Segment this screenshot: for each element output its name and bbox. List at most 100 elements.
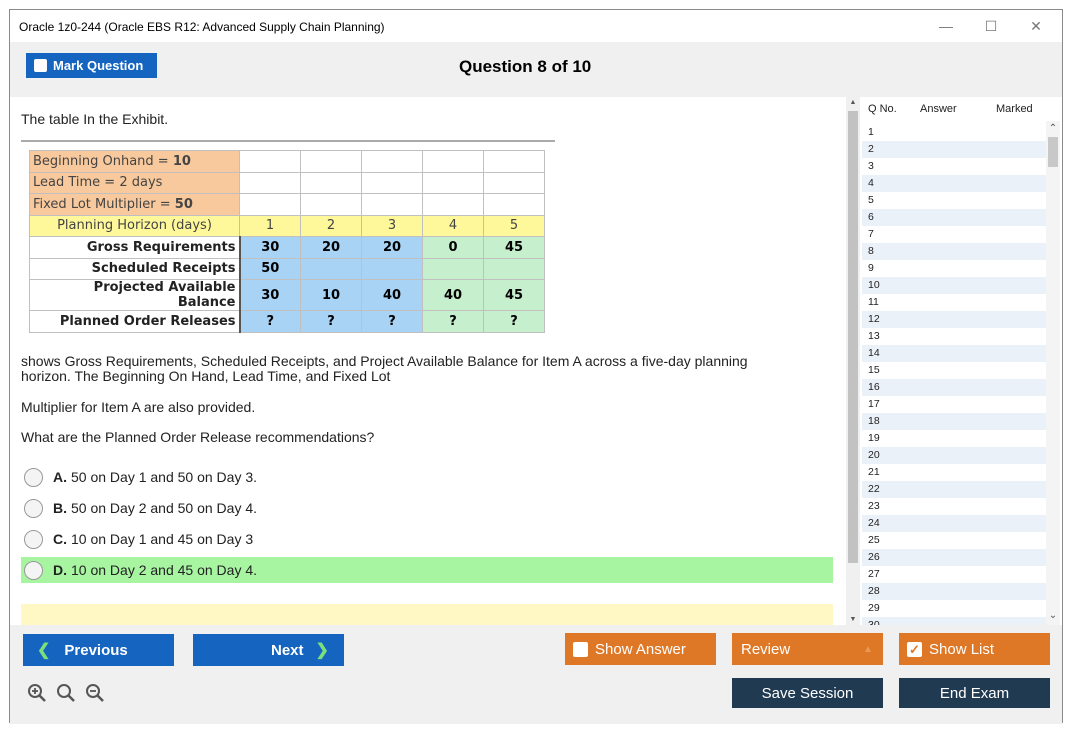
question-text-line3: Multiplier for Item A are also provided. <box>21 399 256 415</box>
checkbox-icon <box>34 59 47 72</box>
question-list-item[interactable]: 19 <box>862 430 1046 447</box>
content-scrollbar[interactable]: ▲ ▼ <box>846 97 860 625</box>
question-counter: Question 8 of 10 <box>459 57 592 76</box>
param-leadtime: Lead Time = 2 days <box>29 171 240 194</box>
question-list-item[interactable]: 10 <box>862 277 1046 294</box>
save-session-button[interactable]: Save Session <box>732 678 883 708</box>
horizon-label: Planning Horizon (days) <box>29 214 240 237</box>
table-cell <box>361 257 423 280</box>
question-content: The table In the Exhibit. Beginning Onha… <box>10 97 846 625</box>
show-answer-button[interactable]: Show Answer <box>565 633 716 665</box>
question-list-item[interactable]: 29 <box>862 600 1046 617</box>
scroll-thumb[interactable] <box>1048 137 1058 167</box>
table-cell: ? <box>422 310 484 333</box>
question-list-item[interactable]: 5 <box>862 192 1046 209</box>
question-text-line1: shows Gross Requirements, Scheduled Rece… <box>21 353 748 369</box>
table-cell: 20 <box>361 236 423 259</box>
option-c[interactable]: C. 10 on Day 1 and 45 on Day 3 <box>21 526 833 552</box>
table-cell: 40 <box>361 279 423 311</box>
question-list-item[interactable]: 6 <box>862 209 1046 226</box>
show-list-button[interactable]: ✓ Show List <box>899 633 1050 665</box>
mark-question-button[interactable]: Mark Question <box>26 53 157 78</box>
zoom-reset-icon[interactable] <box>56 683 76 709</box>
option-a[interactable]: A. 50 on Day 1 and 50 on Day 3. <box>21 464 833 490</box>
chevron-down-icon[interactable]: ⌄ <box>1046 610 1060 621</box>
table-cell <box>483 257 545 280</box>
window-title: Oracle 1z0-244 (Oracle EBS R12: Advanced… <box>19 20 385 34</box>
next-button[interactable]: Next ❯ <box>193 634 344 666</box>
maximize-icon[interactable]: ☐ <box>971 14 1011 38</box>
chevron-up-icon[interactable]: ⌃ <box>1046 123 1060 134</box>
table-cell <box>300 257 362 280</box>
question-list-item[interactable]: 24 <box>862 515 1046 532</box>
scroll-down-icon[interactable]: ▼ <box>846 616 860 623</box>
question-list-item[interactable]: 9 <box>862 260 1046 277</box>
question-list-item[interactable]: 25 <box>862 532 1046 549</box>
review-button[interactable]: Review ▲ <box>732 633 883 665</box>
question-list-item[interactable]: 13 <box>862 328 1046 345</box>
question-list-item[interactable]: 23 <box>862 498 1046 515</box>
radio-button[interactable] <box>24 467 43 487</box>
question-list-item[interactable]: 21 <box>862 464 1046 481</box>
question-list-item[interactable]: 12 <box>862 311 1046 328</box>
dropdown-icon: ▲ <box>863 643 873 655</box>
close-icon[interactable]: ✕ <box>1016 14 1056 38</box>
option-d[interactable]: D. 10 on Day 2 and 45 on Day 4. <box>21 557 833 583</box>
table-cell <box>422 257 484 280</box>
table-cell: 45 <box>483 236 545 259</box>
question-list-item[interactable]: 11 <box>862 294 1046 311</box>
question-list-item[interactable]: 27 <box>862 566 1046 583</box>
question-list-item[interactable]: 15 <box>862 362 1046 379</box>
question-prompt: What are the Planned Order Release recom… <box>21 429 375 445</box>
zoom-in-icon[interactable] <box>27 683 47 709</box>
question-list-item[interactable]: 26 <box>862 549 1046 566</box>
app-window: Oracle 1z0-244 (Oracle EBS R12: Advanced… <box>9 9 1063 724</box>
zoom-out-icon[interactable] <box>85 683 105 709</box>
previous-button[interactable]: ❮ Previous <box>23 634 174 666</box>
chevron-right-icon: ❯ <box>315 642 329 659</box>
question-text-line2: horizon. The Beginning On Hand, Lead Tim… <box>21 368 391 384</box>
table-cell: 10 <box>300 279 362 311</box>
table-cell: 30 <box>239 236 301 259</box>
minimize-icon[interactable]: — <box>926 14 966 38</box>
question-list-item[interactable]: 2 <box>862 141 1046 158</box>
question-list-item[interactable]: 16 <box>862 379 1046 396</box>
question-list-item[interactable]: 17 <box>862 396 1046 413</box>
option-b[interactable]: B. 50 on Day 2 and 50 on Day 4. <box>21 495 833 521</box>
end-exam-button[interactable]: End Exam <box>899 678 1050 708</box>
radio-button[interactable] <box>24 498 43 518</box>
row-label: Planned Order Releases <box>29 310 241 333</box>
table-cell: 0 <box>422 236 484 259</box>
answer-header: Answer <box>920 103 957 115</box>
question-list-item[interactable]: 14 <box>862 345 1046 362</box>
day-header: 1 <box>239 214 301 237</box>
question-intro: The table In the Exhibit. <box>21 111 169 127</box>
exhibit-divider <box>21 140 555 142</box>
radio-button[interactable] <box>24 560 43 580</box>
question-list-item[interactable]: 8 <box>862 243 1046 260</box>
marked-header: Marked <box>996 103 1033 115</box>
scroll-up-icon[interactable]: ▲ <box>846 99 860 106</box>
question-list-scrollbar[interactable]: ⌃ ⌄ <box>1046 121 1060 625</box>
question-list-item[interactable]: 20 <box>862 447 1046 464</box>
question-list-item[interactable]: 18 <box>862 413 1046 430</box>
title-bar: Oracle 1z0-244 (Oracle EBS R12: Advanced… <box>10 10 1062 42</box>
exhibit-image: Beginning Onhand = 10 Lead Time = 2 days… <box>21 140 555 335</box>
day-header: 4 <box>422 214 484 237</box>
question-list-item[interactable]: 7 <box>862 226 1046 243</box>
table-cell: 20 <box>300 236 362 259</box>
table-cell: ? <box>361 310 423 333</box>
table-cell: ? <box>300 310 362 333</box>
question-list-item[interactable]: 4 <box>862 175 1046 192</box>
table-cell: 30 <box>239 279 301 311</box>
mark-question-label: Mark Question <box>53 58 144 73</box>
row-label: Scheduled Receipts <box>29 257 241 280</box>
question-list-panel: Q No. Answer Marked 1 2 3 4 5 6 7 8 9 10 11 12 13 14 1… <box>862 97 1060 634</box>
question-list-item[interactable]: 28 <box>862 583 1046 600</box>
question-list-item[interactable]: 1 <box>862 124 1046 141</box>
scroll-thumb[interactable] <box>848 111 858 563</box>
question-list-item[interactable]: 22 <box>862 481 1046 498</box>
question-list-item[interactable]: 3 <box>862 158 1046 175</box>
param-multiplier: Fixed Lot Multiplier = 50 <box>29 193 240 216</box>
radio-button[interactable] <box>24 529 43 549</box>
